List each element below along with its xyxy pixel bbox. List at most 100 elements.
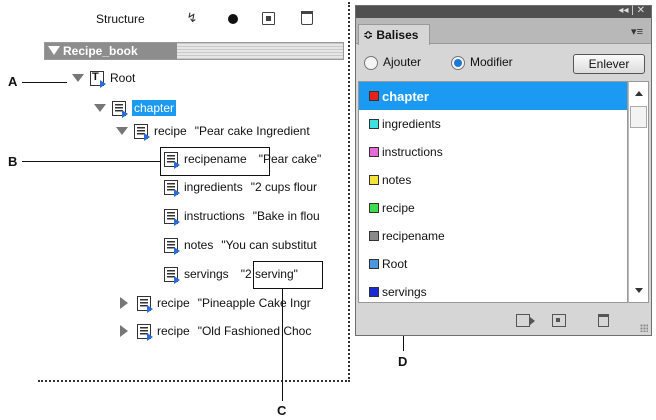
callout-label-d: D [398, 354, 408, 369]
tree-item-chapter[interactable]: chapter [94, 98, 177, 118]
element-name: Root [110, 71, 136, 85]
tree-item-recipe-3[interactable]: recipe "Old Fashioned Choc [120, 320, 348, 342]
element-name: notes [184, 238, 214, 252]
tree-item-ingredients[interactable]: ingredients "2 cups flour [162, 176, 348, 198]
element-name: chapter [132, 100, 177, 116]
tag-name: notes [382, 173, 412, 187]
structure-pane: Structure ↯ Recipe_book T Root chapter r… [38, 2, 350, 382]
structure-toolbar: Structure ↯ [38, 2, 348, 36]
element-name: ingredients [184, 180, 243, 194]
element-value: "Old Fashioned Choc [197, 324, 312, 338]
tag-name: servings [382, 285, 427, 299]
collapse-close-icon[interactable]: ◂◂ | ✕ [618, 5, 645, 16]
root-element-icon: T [90, 70, 106, 88]
expand-triangle-icon[interactable] [94, 104, 106, 112]
add-attribute-icon[interactable] [228, 14, 238, 24]
callout-line-a [22, 82, 67, 83]
tag-color-swatch [369, 147, 379, 157]
element-name: instructions [184, 209, 245, 223]
element-icon [164, 266, 180, 284]
add-radio[interactable] [364, 56, 378, 70]
tag-color-swatch [369, 231, 379, 241]
tag-item-chapter[interactable]: chapter [359, 82, 627, 110]
tree-item-recipe-2[interactable]: recipe "Pineapple Cake Ingr [120, 292, 348, 314]
new-tag-icon[interactable] [552, 314, 566, 327]
tag-item-servings[interactable]: servings [359, 278, 627, 302]
tag-color-swatch [369, 259, 379, 269]
panel-menu-icon[interactable]: ▾≡ [631, 25, 643, 38]
tree-item-root[interactable]: T Root [72, 68, 135, 88]
resize-grip-icon[interactable] [640, 324, 648, 332]
remove-button[interactable]: Enlever [573, 54, 645, 74]
tree-row-content: recipe "Pear cake Ingredient [116, 121, 310, 141]
tag-name: instructions [382, 145, 443, 159]
modify-radio[interactable] [451, 56, 465, 70]
tag-item-recipe[interactable]: recipe [359, 194, 627, 222]
panel-bottom-bar [356, 305, 651, 335]
tag-color-swatch [369, 119, 379, 129]
tag-item-notes[interactable]: notes [359, 166, 627, 194]
tags-panel: ◂◂ | ✕ ≎ Balises ▾≡ Ajouter Modifier Enl… [355, 5, 652, 336]
element-icon [164, 237, 180, 255]
tree-item-instructions[interactable]: instructions "Bake in flou [162, 205, 348, 227]
delete-tag-icon[interactable] [598, 314, 609, 327]
tag-color-swatch [369, 91, 379, 101]
tag-name: Root [382, 257, 408, 271]
tree-row-content: notes "You can substitut [164, 235, 317, 255]
delete-icon[interactable] [301, 11, 313, 25]
tag-color-swatch [369, 287, 379, 297]
tag-color-swatch [369, 175, 379, 185]
element-icon [137, 295, 153, 313]
tree-item-notes[interactable]: notes "You can substitut [162, 234, 348, 256]
element-name: servings [184, 267, 229, 281]
tab-balises[interactable]: ≎ Balises [358, 24, 430, 45]
tag-item-instructions[interactable]: instructions [359, 138, 627, 166]
tags-scrollbar[interactable] [628, 81, 649, 303]
scroll-thumb[interactable] [630, 106, 647, 128]
tree-row-content: ingredients "2 cups flour [164, 177, 317, 197]
tag-item-recipename[interactable]: recipename [359, 222, 627, 250]
panel-titlebar[interactable]: ◂◂ | ✕ [356, 5, 651, 18]
expand-triangle-icon[interactable] [120, 325, 128, 337]
element-name: recipe [157, 324, 190, 338]
expand-triangle-icon[interactable] [116, 127, 128, 135]
element-icon [137, 323, 153, 341]
element-value: "Pear cake Ingredient [194, 124, 310, 138]
callout-label-a: A [8, 74, 18, 89]
element-value: "Bake in flou [252, 209, 320, 223]
tree-item-recipe[interactable]: recipe "Pear cake Ingredient [116, 120, 348, 142]
tag-content-icon[interactable] [516, 314, 535, 327]
document-header-bar: Recipe_book [45, 43, 177, 59]
modify-radio-label: Modifier [470, 55, 513, 69]
expand-triangle-icon[interactable] [72, 74, 84, 82]
callout-box-b [160, 147, 270, 176]
element-icon [164, 208, 180, 226]
show-hide-attributes-icon[interactable]: ↯ [184, 10, 200, 26]
collapse-triangle-icon[interactable] [48, 46, 60, 55]
expand-triangle-icon[interactable] [120, 297, 128, 309]
element-value: "2 cups flour [250, 180, 318, 194]
document-header[interactable]: Recipe_book [44, 42, 344, 60]
tag-name: ingredients [382, 117, 441, 131]
new-element-icon[interactable] [262, 12, 275, 25]
scroll-down-icon[interactable] [635, 288, 643, 293]
document-name: Recipe_book [63, 44, 138, 58]
tag-name: recipe [382, 201, 415, 215]
add-radio-label: Ajouter [383, 55, 422, 69]
element-value: "Pineapple Cake Ingr [197, 296, 311, 310]
element-icon [112, 100, 128, 118]
tag-item-ingredients[interactable]: ingredients [359, 110, 627, 138]
callout-line-c [282, 289, 283, 401]
element-value: "You can substitut [221, 238, 317, 252]
tag-name: recipename [382, 229, 445, 243]
element-name: recipe [157, 296, 190, 310]
callout-line-b [22, 161, 160, 162]
scroll-up-icon[interactable] [635, 91, 643, 96]
tag-color-swatch [369, 203, 379, 213]
structure-title: Structure [96, 12, 145, 26]
tag-name: chapter [382, 88, 429, 104]
tag-item-root[interactable]: Root [359, 250, 627, 278]
element-icon [164, 179, 180, 197]
callout-label-c: C [277, 403, 287, 418]
element-name: recipe [154, 124, 187, 138]
